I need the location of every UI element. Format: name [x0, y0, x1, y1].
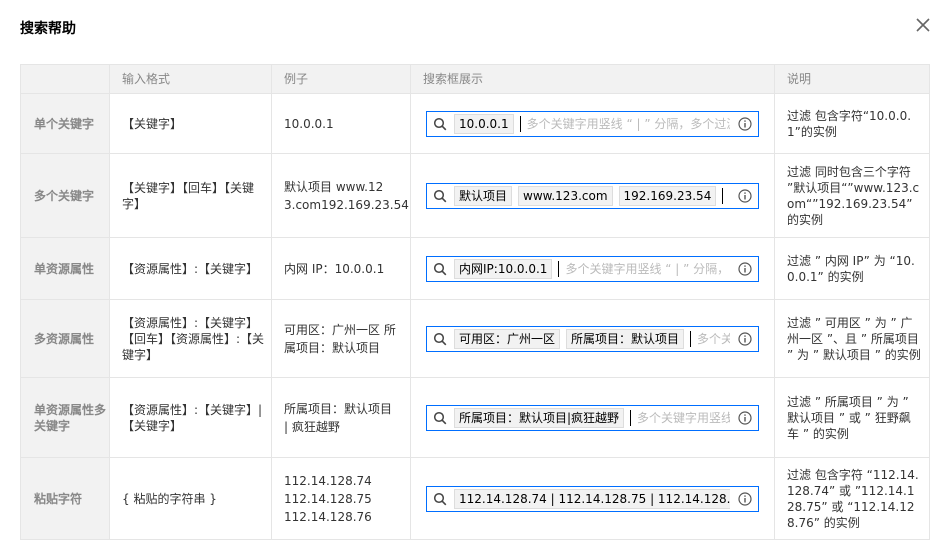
text-caret: [519, 115, 521, 132]
format-cell: 【关键字】: [109, 93, 272, 154]
example-line: | 疯狂越野: [284, 419, 340, 434]
format-cell: 【关键字】【回车】【关键字】: [109, 153, 272, 238]
search-tag[interactable]: 112.14.128.74 | 112.14.128.75 | 112.14.1…: [454, 488, 730, 509]
search-placeholder: 多个关键字用竖线 “ | ” 分隔，多: [565, 261, 730, 276]
example-line: 112.14.128.74: [284, 473, 372, 488]
search-placeholder: 多个关: [697, 331, 730, 346]
searchbox-cell: 内网IP:10.0.0.1 多个关键字用竖线 “ | ” 分隔，多: [410, 237, 775, 300]
row-label: 单资源属性: [20, 237, 110, 300]
text-caret: [722, 187, 724, 204]
search-icon: [433, 117, 447, 130]
search-tag[interactable]: 可用区：广州一区: [454, 328, 561, 349]
header-blank: [20, 64, 110, 94]
search-box-demo[interactable]: 112.14.128.74 | 112.14.128.75 | 112.14.1…: [426, 485, 759, 512]
search-box-demo[interactable]: 10.0.0.1 多个关键字用竖线 “ | ” 分隔，多个过滤: [426, 110, 759, 137]
search-icon: [433, 492, 447, 505]
header-format: 输入格式: [109, 64, 272, 94]
dialog-title: 搜索帮助: [20, 21, 76, 37]
row-label: 单资源属性多关键字: [20, 377, 110, 458]
search-tags: 可用区：广州一区 所属项目：默认项目 多个关: [454, 328, 730, 349]
searchbox-cell: 默认项目www.123.com192.169.23.54 多: [410, 153, 775, 238]
row-label: 多个关键字: [20, 153, 110, 238]
example-cell: 10.0.0.1: [271, 93, 411, 154]
table-row: 单资源属性 【资源属性】:【关键字】 内网 IP：10.0.0.1 内网IP:10.0…: [20, 237, 930, 300]
search-tags: 112.14.128.74 | 112.14.128.75 | 112.14.1…: [454, 488, 730, 509]
info-icon[interactable]: [738, 331, 752, 346]
header-description: 说明: [774, 64, 930, 94]
description-cell: 过滤 ” 所属项目 ” 为 ” 默认项目 ” 或 ” 狂野飙车 ” 的实例: [774, 377, 930, 458]
searchbox-cell: 10.0.0.1 多个关键字用竖线 “ | ” 分隔，多个过滤: [410, 93, 775, 154]
header-example: 例子: [271, 64, 411, 94]
search-tag[interactable]: 内网IP:10.0.0.1: [454, 258, 553, 279]
description-cell: 过滤 同时包含三个字符 ”默认项目“”www.123.com“”192.169.…: [774, 153, 930, 238]
info-icon[interactable]: [738, 410, 752, 425]
text-caret: [630, 409, 632, 426]
search-placeholder: 多个关键字用竖线: [637, 410, 730, 425]
format-cell: 【资源属性】:【关键字】【回车】【资源属性】:【关键字】: [109, 299, 272, 378]
info-icon[interactable]: [738, 116, 752, 131]
search-tags: 默认项目www.123.com192.169.23.54 多: [454, 185, 730, 206]
search-box-demo[interactable]: 可用区：广州一区 所属项目：默认项目 多个关: [426, 325, 759, 352]
example-line: 默认项目 www.12: [284, 179, 384, 194]
searchbox-cell: 112.14.128.74 | 112.14.128.75 | 112.14.1…: [410, 457, 775, 540]
table-header-row: 输入格式 例子 搜索框展示 说明: [20, 64, 930, 94]
description-cell: 过滤 ” 可用区 ” 为 ” 广州一区 ”、且 ” 所属项目 ” 为 ” 默认项…: [774, 299, 930, 378]
search-icon: [433, 411, 447, 424]
search-tag[interactable]: www.123.com: [518, 185, 613, 206]
description-cell: 过滤 包含字符 “112.14.128.74” 或 ”112.14.128.75…: [774, 457, 930, 540]
table-row: 单个关键字 【关键字】 10.0.0.1 10.0.0.1 多个关键字用竖线 “ | ”…: [20, 93, 930, 154]
example-cell: 所属项目：默认项目 | 疯狂越野: [271, 377, 411, 458]
search-box-demo[interactable]: 默认项目www.123.com192.169.23.54 多: [426, 182, 759, 209]
search-placeholder: 多个关键字用竖线 “ | ” 分隔，多个过滤: [526, 116, 730, 131]
format-cell: 【资源属性】:【关键字】: [109, 237, 272, 300]
search-box-demo[interactable]: 所属项目：默认项目|疯狂越野 多个关键字用竖线: [426, 404, 759, 431]
search-icon: [433, 189, 447, 202]
row-label: 单个关键字: [20, 93, 110, 154]
table-row: 单资源属性多关键字 【资源属性】:【关键字】|【关键字】 所属项目：默认项目 | 疯狂…: [20, 377, 930, 458]
search-tags: 内网IP:10.0.0.1 多个关键字用竖线 “ | ” 分隔，多: [454, 258, 730, 279]
example-cell: 可用区：广州一区 所属项目：默认项目: [271, 299, 411, 378]
info-icon[interactable]: [738, 261, 752, 276]
example-line: 内网 IP：10.0.0.1: [284, 261, 385, 276]
table-row: 粘贴字符{ 粘贴的字符串 } 112.14.128.74 112.14.128.75…: [20, 457, 930, 540]
searchbox-cell: 所属项目：默认项目|疯狂越野 多个关键字用竖线: [410, 377, 775, 458]
text-caret: [558, 260, 560, 277]
search-icon: [433, 332, 447, 345]
example-line: 10.0.0.1: [284, 116, 334, 131]
search-tag[interactable]: 所属项目：默认项目|疯狂越野: [454, 407, 625, 428]
row-label: 多资源属性: [20, 299, 110, 378]
header-searchbox: 搜索框展示: [410, 64, 775, 94]
example-line: 所属项目：默认项目: [284, 401, 393, 416]
search-icon: [433, 262, 447, 275]
example-line: 112.14.128.75: [284, 491, 372, 506]
search-tag[interactable]: 10.0.0.1: [454, 113, 514, 134]
search-box-demo[interactable]: 内网IP:10.0.0.1 多个关键字用竖线 “ | ” 分隔，多: [426, 255, 759, 282]
example-cell: 内网 IP：10.0.0.1: [271, 237, 411, 300]
example-line: 可用区：广州一区 所: [284, 322, 396, 337]
search-tag[interactable]: 所属项目：默认项目: [566, 328, 685, 349]
search-tags: 10.0.0.1 多个关键字用竖线 “ | ” 分隔，多个过滤: [454, 113, 730, 134]
search-placeholder: 多: [729, 188, 730, 204]
format-cell: { 粘贴的字符串 }: [109, 457, 272, 540]
table-row: 多个关键字 【关键字】【回车】【关键字】 默认项目 www.12 3.com192.1…: [20, 153, 930, 238]
description-cell: 过滤 ” 内网 IP” 为 “10.0.0.1” 的实例: [774, 237, 930, 300]
row-label: 粘贴字符: [20, 457, 110, 540]
table-row: 多资源属性 【资源属性】:【关键字】【回车】【资源属性】:【关键字】 可用区：广州一…: [20, 299, 930, 378]
search-tags: 所属项目：默认项目|疯狂越野 多个关键字用竖线: [454, 407, 730, 428]
description-cell: 过滤 包含字符“10.0.0.1”的实例: [774, 93, 930, 154]
close-icon[interactable]: [914, 16, 932, 34]
example-cell: 默认项目 www.12 3.com192.169.23.54: [271, 153, 411, 238]
format-cell: 【资源属性】:【关键字】|【关键字】: [109, 377, 272, 458]
example-line: 属项目：默认项目: [284, 340, 381, 355]
text-caret: [690, 330, 692, 347]
help-table: 输入格式 例子 搜索框展示 说明 单个关键字 【关键字】 10.0.0.1 10.0.…: [20, 64, 930, 540]
search-tag[interactable]: 192.169.23.54: [618, 185, 717, 206]
searchbox-cell: 可用区：广州一区 所属项目：默认项目 多个关: [410, 299, 775, 378]
info-icon[interactable]: [738, 491, 752, 506]
example-cell: 112.14.128.74 112.14.128.75 112.14.128.76: [271, 457, 411, 540]
example-line: 3.com192.169.23.54: [284, 197, 409, 212]
info-icon[interactable]: [738, 188, 752, 203]
search-tag[interactable]: 默认项目: [454, 185, 513, 206]
example-line: 112.14.128.76: [284, 509, 372, 524]
